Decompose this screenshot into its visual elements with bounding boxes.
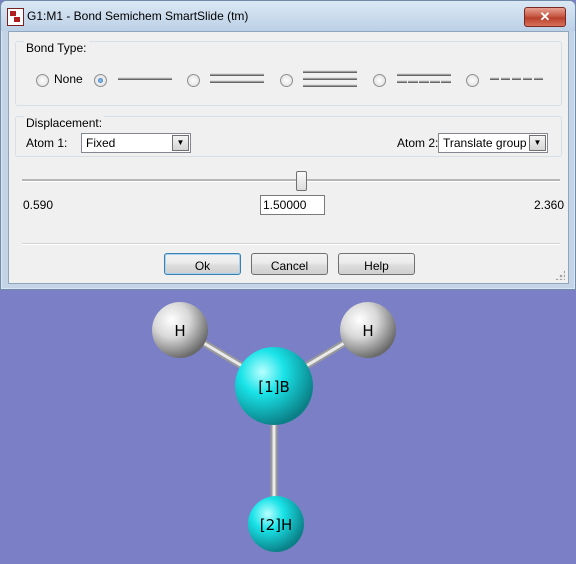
- bond-dialog-window: G1:M1 - Bond Semichem SmartSlide (tm) ✕ …: [0, 0, 576, 290]
- app-icon: [7, 8, 24, 26]
- atom-boron-label: [1]B: [258, 378, 290, 396]
- radio-aromatic[interactable]: [373, 74, 386, 87]
- atom1-select[interactable]: Fixed ▼: [81, 133, 191, 153]
- chevron-down-icon[interactable]: ▼: [529, 135, 546, 151]
- atom-boron[interactable]: [1]B: [235, 347, 313, 425]
- molecule-view[interactable]: H H [1]B [2]H: [0, 288, 576, 564]
- atom2-select[interactable]: Translate group ▼: [438, 133, 548, 153]
- radio-none[interactable]: [36, 74, 49, 87]
- atom-h-right[interactable]: H: [340, 302, 396, 358]
- chevron-down-icon[interactable]: ▼: [172, 135, 189, 151]
- title-bar[interactable]: G1:M1 - Bond Semichem SmartSlide (tm) ✕: [1, 1, 575, 31]
- bond-length-slider-track[interactable]: [22, 179, 560, 182]
- bond-length-slider-thumb[interactable]: [296, 171, 308, 191]
- atom-h-bottom-label: [2]H: [260, 516, 293, 534]
- slider-min-label: 0.590: [23, 198, 54, 212]
- resize-grip[interactable]: [555, 270, 565, 280]
- atom1-label: Atom 1:: [26, 136, 68, 150]
- cancel-button[interactable]: Cancel: [251, 253, 328, 275]
- dialog-client-area: Bond Type: None Displacement: Atom 1: Fi…: [8, 31, 569, 284]
- atom-h-bottom[interactable]: [2]H: [248, 496, 304, 552]
- radio-double[interactable]: [187, 74, 200, 87]
- ok-button[interactable]: Ok: [164, 253, 241, 275]
- bond-type-label: Bond Type:: [24, 41, 89, 55]
- atom1-value: Fixed: [86, 136, 116, 150]
- radio-partial[interactable]: [466, 74, 479, 87]
- none-label: None: [54, 72, 83, 86]
- bond-type-group: Bond Type: None: [15, 41, 562, 106]
- atom2-label: Atom 2:: [397, 136, 439, 150]
- atom-h-left-label: H: [174, 322, 185, 340]
- bond-length-field[interactable]: [261, 197, 321, 213]
- atom-h-left[interactable]: H: [152, 302, 208, 358]
- displacement-label: Displacement:: [24, 116, 105, 130]
- displacement-group: Displacement: Atom 1: Fixed ▼ Atom 2: Tr…: [15, 116, 562, 157]
- window-title: G1:M1 - Bond Semichem SmartSlide (tm): [27, 9, 249, 23]
- close-button[interactable]: ✕: [524, 7, 566, 27]
- bond-length-input[interactable]: [260, 195, 325, 215]
- divider: [22, 243, 560, 245]
- slider-max-label: 2.360: [534, 198, 565, 212]
- atom-h-right-label: H: [362, 322, 373, 340]
- radio-single[interactable]: [94, 74, 107, 87]
- atom2-value: Translate group: [443, 136, 527, 150]
- radio-triple[interactable]: [280, 74, 293, 87]
- help-button[interactable]: Help: [338, 253, 415, 275]
